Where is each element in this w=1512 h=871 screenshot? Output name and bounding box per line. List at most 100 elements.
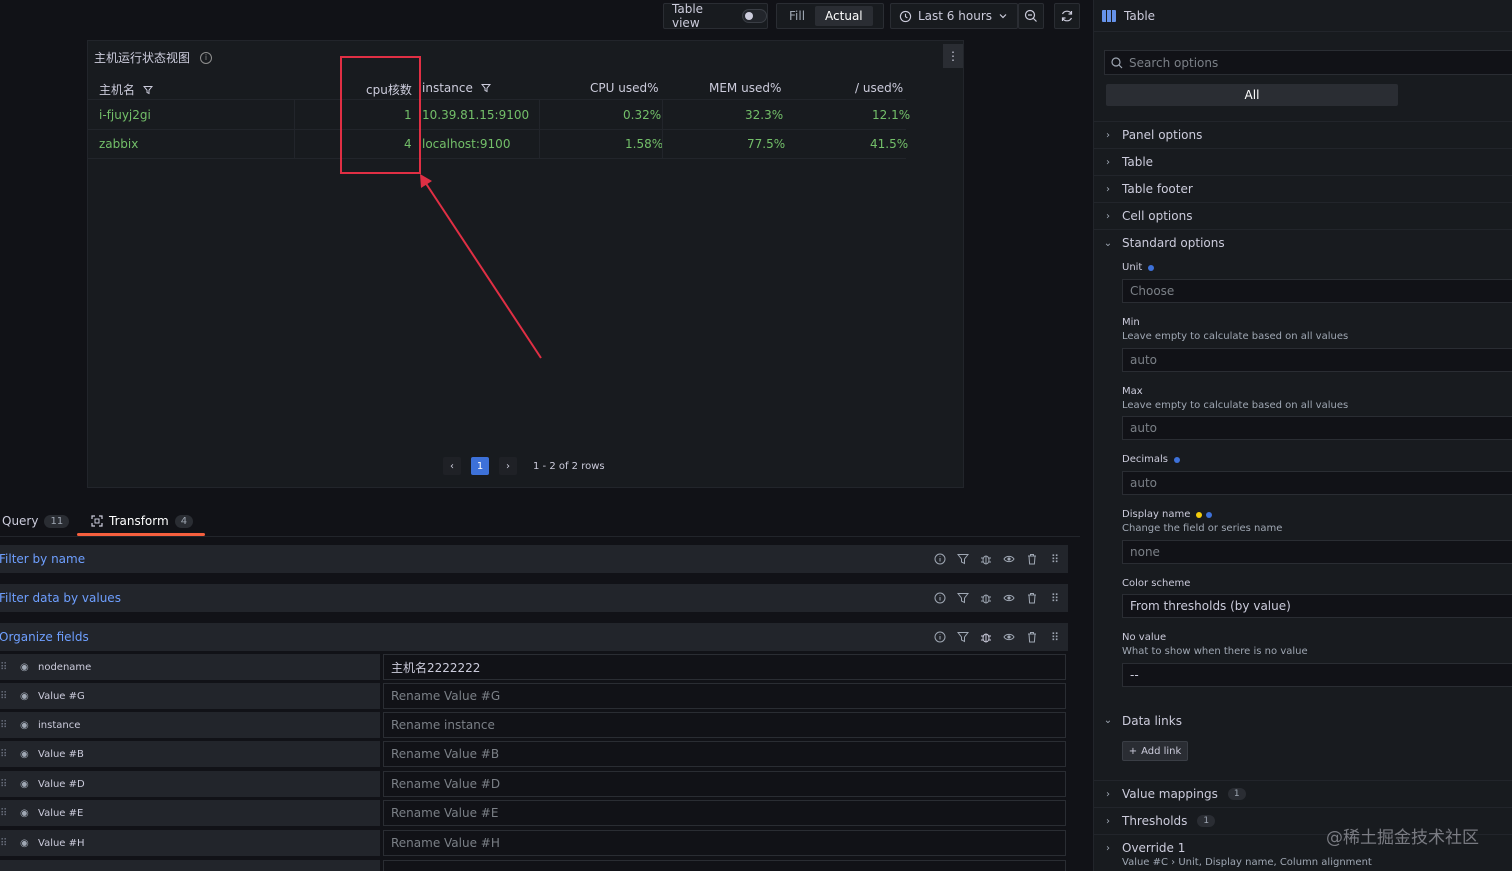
section-standard-options[interactable]: ⌄ Standard options xyxy=(1094,229,1512,256)
field-name-cell[interactable]: ⠿ ◉ Value #H xyxy=(0,830,380,856)
transform-filter-by-name[interactable]: Filter by name ⠿ xyxy=(0,545,1068,573)
column-header-instance[interactable]: instance xyxy=(422,81,491,95)
visualization-picker[interactable]: Table xyxy=(1094,0,1512,32)
transform-title[interactable]: Organize fields xyxy=(0,630,89,644)
section-panel-options[interactable]: › Panel options xyxy=(1094,121,1512,148)
drag-handle-icon[interactable]: ⠿ xyxy=(0,720,8,731)
debug-icon[interactable] xyxy=(979,630,993,644)
display-name-input[interactable]: none xyxy=(1122,540,1512,564)
eye-icon[interactable]: ◉ xyxy=(20,749,32,760)
eye-icon[interactable]: ◉ xyxy=(20,808,32,819)
drag-handle-icon[interactable]: ⠿ xyxy=(1048,591,1062,605)
trash-icon[interactable] xyxy=(1025,591,1039,605)
panel-menu-button[interactable]: ⋮ xyxy=(943,44,963,68)
transform-filter-by-values[interactable]: Filter data by values ⠿ xyxy=(0,584,1068,612)
row-divider xyxy=(88,158,906,159)
plus-icon: + xyxy=(1128,745,1138,757)
fill-button[interactable]: Fill xyxy=(779,6,815,26)
field-name-cell[interactable]: ⠿ ◉ Value #E xyxy=(0,800,380,826)
table-view-toggle[interactable]: Table view xyxy=(663,2,768,30)
options-search-input[interactable]: Search options xyxy=(1104,50,1512,75)
column-header-cpu-used[interactable]: CPU used% xyxy=(590,81,658,95)
field-rename-input[interactable]: Rename Value #D xyxy=(383,771,1066,797)
column-header-hostname[interactable]: 主机名 xyxy=(99,81,153,98)
eye-icon[interactable] xyxy=(1002,552,1016,566)
field-name-cell[interactable] xyxy=(0,860,380,871)
drag-handle-icon[interactable]: ⠿ xyxy=(0,779,8,790)
filter-icon[interactable] xyxy=(956,591,970,605)
refresh-button[interactable] xyxy=(1054,3,1080,29)
all-options-button[interactable]: All xyxy=(1106,84,1398,106)
column-header-mem-used[interactable]: MEM used% xyxy=(709,81,781,95)
table-icon xyxy=(1102,9,1116,22)
unit-select[interactable]: Choose xyxy=(1122,279,1512,303)
eye-icon[interactable]: ◉ xyxy=(20,838,32,849)
actual-button[interactable]: Actual xyxy=(815,6,873,26)
eye-icon[interactable]: ◉ xyxy=(20,779,32,790)
eye-icon[interactable] xyxy=(1002,591,1016,605)
transform-title[interactable]: Filter data by values xyxy=(0,591,121,605)
count-badge: 1 xyxy=(1197,815,1216,827)
eye-icon[interactable]: ◉ xyxy=(20,662,32,673)
filter-icon[interactable] xyxy=(142,85,153,95)
field-name: Value #E xyxy=(38,807,84,819)
field-name-cell[interactable]: ⠿ ◉ Value #G xyxy=(0,683,380,709)
transform-title[interactable]: Filter by name xyxy=(0,552,85,566)
field-rename-input[interactable]: Rename Value #H xyxy=(383,830,1066,856)
drag-handle-icon[interactable]: ⠿ xyxy=(0,662,8,673)
eye-icon[interactable]: ◉ xyxy=(20,691,32,702)
filter-icon[interactable] xyxy=(956,552,970,566)
zoom-out-button[interactable] xyxy=(1018,3,1044,29)
drag-handle-icon[interactable]: ⠿ xyxy=(1048,552,1062,566)
color-scheme-select[interactable]: From thresholds (by value) xyxy=(1122,594,1512,618)
debug-icon[interactable] xyxy=(979,591,993,605)
drag-handle-icon[interactable]: ⠿ xyxy=(0,691,8,702)
help-icon[interactable] xyxy=(933,591,947,605)
filter-icon[interactable] xyxy=(480,83,491,93)
field-rename-input[interactable]: Rename Value #E xyxy=(383,800,1066,826)
section-value-mappings[interactable]: › Value mappings 1 xyxy=(1094,780,1512,807)
decimals-input[interactable]: auto xyxy=(1122,471,1512,495)
field-name-cell[interactable]: ⠿ ◉ instance xyxy=(0,712,380,738)
table-view-switch[interactable] xyxy=(741,9,767,23)
filter-icon[interactable] xyxy=(956,630,970,644)
no-value-input[interactable]: -- xyxy=(1122,663,1512,687)
section-table[interactable]: › Table xyxy=(1094,148,1512,175)
column-header-root-used[interactable]: / used% xyxy=(855,81,903,95)
section-data-links[interactable]: ⌄ Data links xyxy=(1094,707,1512,734)
debug-icon[interactable] xyxy=(979,552,993,566)
help-icon[interactable] xyxy=(933,630,947,644)
page-number-button[interactable]: 1 xyxy=(471,457,489,475)
tab-query[interactable]: Query 11 xyxy=(2,514,70,528)
info-icon[interactable]: i xyxy=(200,51,213,64)
drag-handle-icon[interactable]: ⠿ xyxy=(0,838,8,849)
field-rename-input[interactable]: Rename instance xyxy=(383,712,1066,738)
max-input[interactable]: auto xyxy=(1122,416,1512,440)
section-table-footer[interactable]: › Table footer xyxy=(1094,175,1512,202)
drag-handle-icon[interactable]: ⠿ xyxy=(0,808,8,819)
transform-organize-fields[interactable]: Organize fields ⠿ xyxy=(0,623,1068,651)
trash-icon[interactable] xyxy=(1025,552,1039,566)
next-page-button[interactable]: › xyxy=(499,457,517,475)
field-rename-input[interactable] xyxy=(383,860,1066,871)
help-icon[interactable] xyxy=(933,552,947,566)
field-rename-input[interactable]: Rename Value #B xyxy=(383,741,1066,767)
min-input[interactable]: auto xyxy=(1122,348,1512,372)
field-rename-input[interactable]: Rename Value #G xyxy=(383,683,1066,709)
section-cell-options[interactable]: › Cell options xyxy=(1094,202,1512,229)
trash-icon[interactable] xyxy=(1025,630,1039,644)
tab-transform[interactable]: Transform 4 xyxy=(91,514,194,528)
chevron-right-icon: › xyxy=(1106,842,1110,854)
eye-icon[interactable] xyxy=(1002,630,1016,644)
field-rename-input[interactable]: 主机名2222222 xyxy=(383,654,1066,680)
field-name-cell[interactable]: ⠿ ◉ Value #B xyxy=(0,741,380,767)
drag-handle-icon[interactable]: ⠿ xyxy=(1048,630,1062,644)
decimals-label: Decimals xyxy=(1122,454,1180,465)
time-range-picker[interactable]: Last 6 hours xyxy=(890,3,1018,29)
prev-page-button[interactable]: ‹ xyxy=(443,457,461,475)
field-name-cell[interactable]: ⠿ ◉ nodename xyxy=(0,654,380,680)
add-link-button[interactable]: + Add link xyxy=(1122,741,1188,761)
eye-icon[interactable]: ◉ xyxy=(20,720,32,731)
field-name-cell[interactable]: ⠿ ◉ Value #D xyxy=(0,771,380,797)
drag-handle-icon[interactable]: ⠿ xyxy=(0,749,8,760)
